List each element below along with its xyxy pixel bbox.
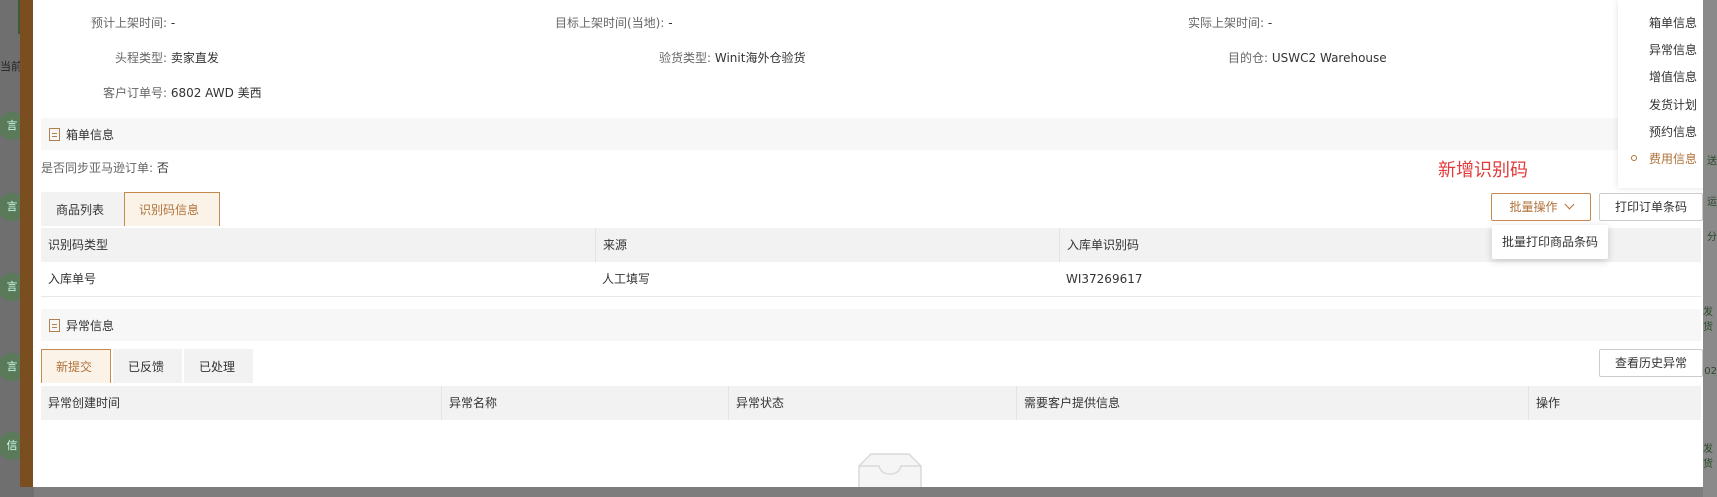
tab-product-list[interactable]: 商品列表 xyxy=(41,192,124,226)
info-label: 目标上架时间(当地): xyxy=(555,16,665,30)
background-text: 分 xyxy=(1707,232,1717,243)
info-customer-order-no: 客户订单号: 6802 AWD 美西 xyxy=(33,84,262,101)
info-row-customer-order: 客户订单号: 6802 AWD 美西 xyxy=(33,84,1613,104)
info-first-leg-type: 头程类型: 卖家直发 xyxy=(33,49,219,66)
info-row-shelf-time: 预计上架时间: - 目标上架时间(当地): - 实际上架时间: - xyxy=(33,14,1613,34)
info-label: 预计上架时间: xyxy=(90,16,167,30)
info-label: 客户订单号: xyxy=(102,86,167,100)
anchor-exception-info[interactable]: 异常信息 xyxy=(1649,41,1697,58)
background-bottom-toolbar xyxy=(34,486,1703,497)
info-expected-shelf-time: 预计上架时间: - xyxy=(33,14,175,31)
order-detail-modal: 预计上架时间: - 目标上架时间(当地): - 实际上架时间: - 头程类型: … xyxy=(33,0,1703,487)
chevron-down-icon xyxy=(1564,199,1574,210)
info-label: 目的仓: xyxy=(1228,51,1269,65)
table-cell: 入库单号 xyxy=(48,272,97,286)
column-header: 识别码类型 xyxy=(48,238,109,252)
background-right-panel: 送 运 分 发货 02 发货 xyxy=(1703,0,1717,497)
info-value: Winit海外仓验货 xyxy=(714,51,806,65)
info-value: - xyxy=(170,16,176,30)
background-text: 发货 xyxy=(1703,307,1713,333)
anchor-fee-info[interactable]: 费用信息 xyxy=(1649,150,1697,167)
section-title: 箱单信息 xyxy=(66,127,115,142)
info-value: 否 xyxy=(156,161,169,175)
info-label: 是否同步亚马逊订单: xyxy=(41,161,154,175)
print-order-barcode-button[interactable]: 打印订单条码 xyxy=(1599,193,1703,221)
section-title: 异常信息 xyxy=(66,318,115,333)
background-text: 02 xyxy=(1704,366,1717,377)
info-label: 验货类型: xyxy=(659,51,712,65)
column-header: 异常创建时间 xyxy=(48,396,121,410)
tab-feedback[interactable]: 已反馈 xyxy=(113,349,182,383)
info-target-shelf-time: 目标上架时间(当地): - xyxy=(555,14,673,31)
info-inspection-type: 验货类型: Winit海外仓验货 xyxy=(659,49,805,66)
anchor-value-added-info[interactable]: 增值信息 xyxy=(1649,68,1697,85)
info-label: 头程类型: xyxy=(114,51,167,65)
table-header: 识别码类型 来源 入库单识别码 xyxy=(41,228,1701,262)
info-value: USWC2 Warehouse xyxy=(1271,51,1387,65)
list-icon xyxy=(49,318,60,332)
empty-box-icon xyxy=(858,453,922,487)
tab-processed[interactable]: 已处理 xyxy=(184,349,253,383)
batch-operation-button[interactable]: 批量操作 xyxy=(1491,193,1591,221)
exception-info-section-header: 异常信息 xyxy=(41,309,1701,341)
batch-print-barcode-option[interactable]: 批量打印商品条码 xyxy=(1492,225,1609,259)
info-destination-warehouse: 目的仓: USWC2 Warehouse xyxy=(1228,49,1387,66)
info-value: - xyxy=(668,16,673,30)
anchor-shipping-plan[interactable]: 发货计划 xyxy=(1649,96,1697,113)
active-anchor-dot-icon xyxy=(1631,155,1637,161)
anchor-appointment-info[interactable]: 预约信息 xyxy=(1649,123,1697,140)
anchor-box-info[interactable]: 箱单信息 xyxy=(1649,14,1697,31)
column-header: 来源 xyxy=(595,228,1059,262)
background-text: 当前 xyxy=(0,60,22,73)
column-header: 异常状态 xyxy=(728,386,1016,420)
info-label: 实际上架时间: xyxy=(1188,16,1265,30)
background-text: 发货 xyxy=(1703,444,1713,470)
amazon-sync-info: 是否同步亚马逊订单: 否 xyxy=(41,159,169,176)
info-value: 卖家直发 xyxy=(170,51,219,65)
info-value: - xyxy=(1267,16,1273,30)
tab-id-code-info[interactable]: 识别码信息 xyxy=(124,192,220,226)
section-anchor-nav: 箱单信息 异常信息 增值信息 发货计划 预约信息 费用信息 xyxy=(1618,0,1703,188)
drawer-edge xyxy=(20,0,33,487)
batch-operation-label: 批量操作 xyxy=(1509,200,1558,214)
exception-table: 异常创建时间 异常名称 异常状态 需要客户提供信息 操作 xyxy=(41,386,1701,420)
background-text: 运 xyxy=(1707,197,1717,208)
box-info-section-header: 箱单信息 xyxy=(41,118,1701,150)
info-value: 6802 AWD 美西 xyxy=(170,86,262,100)
info-row-types: 头程类型: 卖家直发 验货类型: Winit海外仓验货 目的仓: USWC2 W… xyxy=(33,49,1613,69)
background-text: 送 xyxy=(1707,156,1717,167)
column-header: 异常名称 xyxy=(441,386,728,420)
table-row: 入库单号 人工填写 WI37269617 xyxy=(41,262,1701,297)
column-header: 操作 xyxy=(1528,386,1701,420)
document-icon xyxy=(49,127,60,141)
info-actual-shelf-time: 实际上架时间: - xyxy=(1188,14,1272,31)
table-cell: 人工填写 xyxy=(602,272,651,286)
add-id-code-annotation: 新增识别码 xyxy=(1438,160,1528,181)
table-cell: WI37269617 xyxy=(1066,272,1143,286)
view-history-exceptions-button[interactable]: 查看历史异常 xyxy=(1599,349,1703,377)
tab-new-submitted[interactable]: 新提交 xyxy=(41,349,111,383)
id-code-table: 识别码类型 来源 入库单识别码 入库单号 人工填写 WI37269617 xyxy=(41,228,1701,297)
column-header: 需要客户提供信息 xyxy=(1016,386,1528,420)
table-header: 异常创建时间 异常名称 异常状态 需要客户提供信息 操作 xyxy=(41,386,1701,420)
